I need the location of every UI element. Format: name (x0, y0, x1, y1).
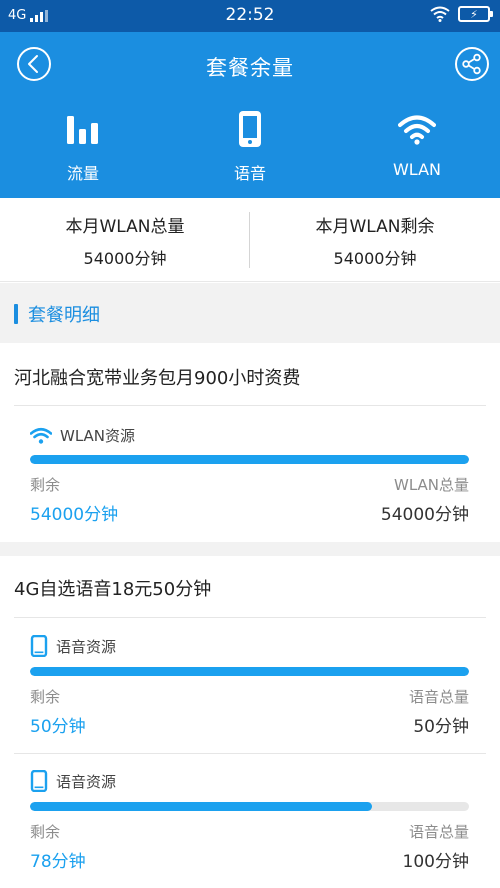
status-right: ⚡ (430, 6, 493, 22)
section-title: 套餐明细 (28, 305, 100, 326)
remaining-value: 54000分钟 (30, 505, 119, 525)
package-title: 4G自选语音18元50分钟 (14, 579, 212, 600)
total-label: 本月WLAN总量 (65, 217, 185, 237)
phone-icon (239, 111, 261, 147)
section-header: 套餐明细 (0, 283, 500, 343)
remaining-label: 剩余 (30, 688, 61, 706)
remaining-label: 剩余 (30, 476, 61, 494)
remaining-label: 剩余 (30, 823, 61, 841)
remain-summary: 本月WLAN剩余 54000分钟 (250, 212, 500, 269)
usage-bar-fill (30, 667, 469, 676)
total-value: 100分钟 (402, 852, 469, 872)
remaining-value: 78分钟 (30, 852, 86, 872)
package-divider (14, 617, 486, 618)
wifi-icon (30, 427, 52, 444)
share-button[interactable] (454, 46, 490, 82)
phone-icon (30, 635, 48, 657)
tab-data-label: 流量 (66, 164, 99, 183)
tab-data[interactable]: 流量 (0, 110, 166, 190)
resource-type-label: 语音资源 (56, 637, 117, 656)
remaining-value: 50分钟 (30, 717, 86, 737)
usage-bar (30, 667, 469, 676)
total-value: 54000分钟 (380, 505, 469, 525)
total-label: 语音总量 (408, 823, 469, 841)
usage-bar-fill (30, 455, 469, 464)
total-value: 50分钟 (413, 717, 469, 737)
total-label: WLAN总量 (393, 476, 469, 494)
resource-type-label: WLAN资源 (60, 427, 136, 445)
resource-header: WLAN资源 (30, 425, 135, 446)
status-time: 22:52 (225, 5, 275, 25)
resource-type-label: 语音资源 (56, 772, 117, 791)
usage-bar (30, 455, 469, 464)
package-title: 河北融合宽带业务包月900小时资费 (14, 368, 301, 389)
phone-icon (30, 770, 48, 792)
total-summary: 本月WLAN总量 54000分钟 (0, 212, 250, 269)
total-label: 语音总量 (408, 688, 469, 706)
bar-chart-icon (67, 116, 98, 144)
tab-voice-label: 语音 (233, 164, 266, 183)
section-accent-bar (14, 304, 18, 324)
battery-icon: ⚡ (458, 6, 493, 22)
usage-bar-fill (30, 802, 373, 811)
header: 套餐余量 流量 语音 WLAN (0, 32, 500, 198)
wifi-icon (398, 115, 436, 145)
package-divider (14, 405, 486, 406)
resource-header: 语音资源 (30, 635, 116, 657)
total-value: 54000分钟 (83, 249, 167, 268)
tab-voice[interactable]: 语音 (167, 110, 333, 190)
status-bar: 4G 22:52 ⚡ (0, 0, 500, 32)
package-gap (0, 542, 500, 556)
tab-wlan[interactable]: WLAN (334, 110, 500, 190)
resource-header: 语音资源 (30, 770, 116, 792)
page-title: 套餐余量 (206, 56, 294, 80)
remain-label: 本月WLAN剩余 (315, 217, 435, 237)
summary-panel: 本月WLAN总量 54000分钟 本月WLAN剩余 54000分钟 (0, 198, 500, 282)
wifi-status-icon (430, 6, 450, 22)
usage-bar (30, 802, 469, 811)
remain-value: 54000分钟 (333, 249, 417, 268)
resource-divider (14, 753, 486, 754)
tab-wlan-label: WLAN (392, 160, 441, 179)
